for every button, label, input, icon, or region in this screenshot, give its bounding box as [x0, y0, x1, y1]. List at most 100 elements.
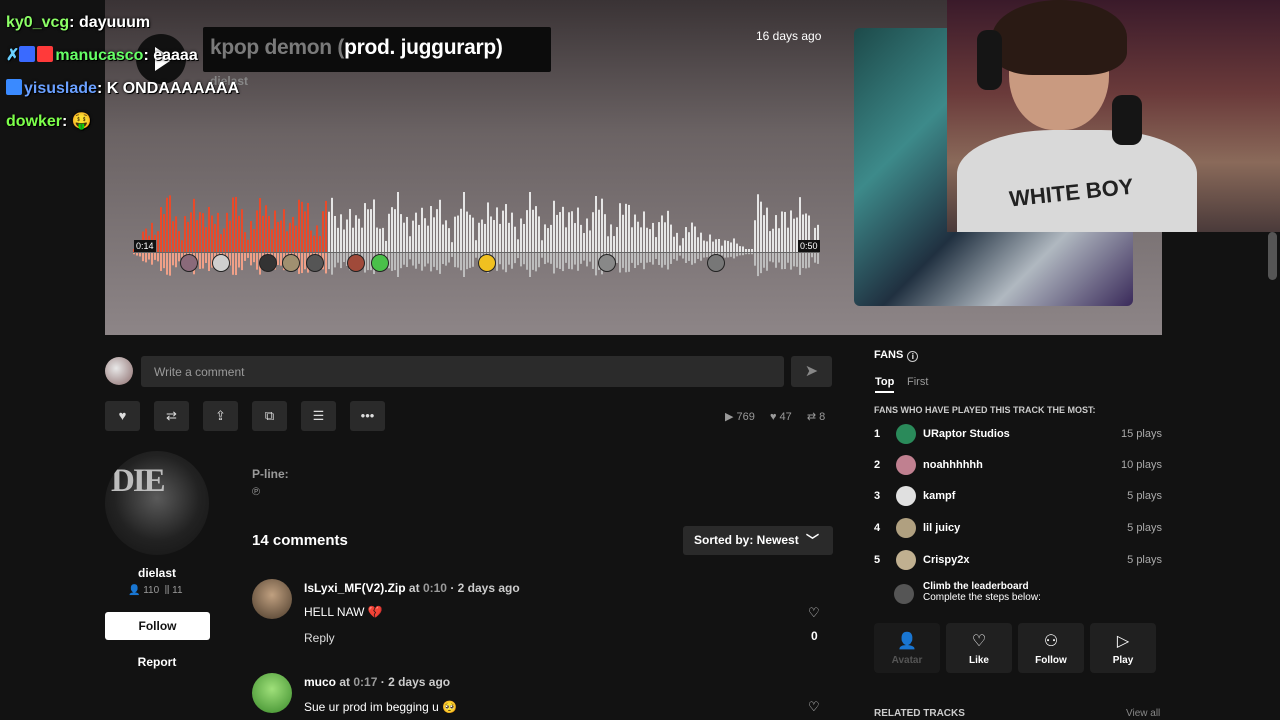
chat-user: yisuslade	[24, 80, 97, 97]
step-play-button[interactable]: ▷ Play	[1090, 623, 1156, 673]
fan-row[interactable]: 3 kampf 5 plays	[874, 486, 1162, 508]
waveform-comment-avatar[interactable]	[598, 254, 616, 272]
waveform-reflection	[682, 253, 684, 259]
waveform-comment-avatar[interactable]	[212, 254, 230, 272]
fan-row[interactable]: 4 lil juicy 5 plays	[874, 518, 1162, 540]
waveform-bar	[196, 220, 198, 252]
waveform-reflection	[784, 253, 786, 270]
waveform-reflection	[751, 253, 753, 255]
fan-row[interactable]: 2 noahhhhhh 10 plays	[874, 455, 1162, 477]
fan-avatar	[896, 455, 916, 475]
waveform-bar	[640, 227, 642, 252]
waveform-bar	[649, 229, 651, 252]
fan-name[interactable]: lil juicy	[923, 522, 960, 534]
fan-row[interactable]: 1 URaptor Studios 15 plays	[874, 424, 1162, 446]
waveform-bar	[655, 237, 657, 252]
tab-first[interactable]: First	[907, 376, 928, 388]
waveform-bar	[403, 222, 405, 252]
waveform-reflection	[256, 253, 258, 270]
waveform-reflection	[367, 253, 369, 271]
comment-at: at	[408, 581, 420, 595]
comment-like-button[interactable]: ♡	[808, 605, 820, 621]
waveform-bar	[259, 197, 261, 252]
waveform-comment-avatar[interactable]	[478, 254, 496, 272]
comment-timestamp[interactable]: 0:17	[353, 675, 377, 689]
waveform-bar	[442, 224, 444, 252]
reply-button[interactable]: Reply	[304, 631, 335, 645]
artist-avatar[interactable]: DIE	[105, 451, 209, 555]
waveform-bar	[787, 227, 789, 252]
waveform-bar	[331, 197, 333, 252]
step-like-button[interactable]: ♡ Like	[946, 623, 1012, 673]
sort-dropdown[interactable]: Sorted by: Newest ﹀	[683, 526, 833, 555]
repost-button[interactable]: ⇄	[154, 401, 189, 431]
waveform-bar	[778, 228, 780, 252]
comment-avatar[interactable]	[252, 673, 292, 713]
waveform-reflection	[448, 253, 450, 263]
comment-user[interactable]: muco	[304, 675, 336, 689]
waveform-comment-avatar[interactable]	[347, 254, 365, 272]
artist-name[interactable]: dielast	[105, 566, 209, 580]
comment-input[interactable]	[141, 356, 784, 387]
tracks-icon: ⫼	[164, 585, 170, 596]
waveform-comment-avatar[interactable]	[371, 254, 389, 272]
fan-name[interactable]: Crispy2x	[923, 554, 969, 566]
step-follow-button[interactable]: ⚇ Follow	[1018, 623, 1084, 673]
waveform-bar	[232, 197, 234, 252]
waveform-bar	[520, 218, 522, 252]
fan-row[interactable]: 5 Crispy2x 5 plays	[874, 550, 1162, 572]
waveform-bar	[544, 224, 546, 252]
add-to-playlist-button[interactable]: ☰	[301, 401, 336, 431]
chevron-down-icon: ﹀	[805, 533, 819, 548]
waveform-comment-avatar[interactable]	[259, 254, 277, 272]
waveform-reflection	[148, 253, 150, 260]
waveform-comment-avatar[interactable]	[180, 254, 198, 272]
waveform-reflection	[805, 253, 807, 269]
waveform-reflection	[391, 253, 393, 271]
share-button[interactable]: ⇪	[203, 401, 238, 431]
comment-timestamp[interactable]: 0:10	[423, 581, 447, 595]
fan-rank: 1	[874, 428, 881, 440]
waveform-bar	[355, 215, 357, 252]
page-scrollbar[interactable]	[1268, 232, 1277, 280]
waveform-comment-avatar[interactable]	[707, 254, 725, 272]
waveform-reflection	[532, 253, 534, 270]
fan-name[interactable]: kampf	[923, 490, 955, 502]
waveform-bar	[688, 232, 690, 252]
waveform-reflection	[556, 253, 558, 268]
comment-like-button[interactable]: ♡	[808, 699, 820, 715]
waveform-bar	[574, 223, 576, 252]
more-button[interactable]: •••	[350, 401, 385, 431]
waveform-bar	[190, 212, 192, 252]
comment-header: muco at 0:17 · 2 days ago	[304, 675, 450, 689]
tab-top[interactable]: Top	[875, 376, 895, 393]
waveform-bar	[529, 192, 531, 252]
comment-age: · 2 days ago	[450, 581, 520, 595]
fan-name[interactable]: noahhhhhh	[923, 459, 983, 471]
report-link[interactable]: Report	[105, 655, 209, 669]
waveform-reflection	[736, 253, 738, 257]
waveform-reflection	[817, 253, 819, 264]
send-comment-button[interactable]: ➤	[791, 356, 832, 387]
follow-button[interactable]: Follow	[105, 612, 210, 640]
waveform-bar	[478, 222, 480, 252]
waveform-reflection	[733, 253, 735, 259]
fan-plays: 5 plays	[1127, 522, 1162, 534]
copy-link-button[interactable]: ⧉	[252, 401, 287, 431]
repost-count-icon: ⇄	[806, 411, 817, 423]
waveform-bar	[628, 204, 630, 252]
like-button[interactable]: ♥	[105, 401, 140, 431]
waveform-comment-avatar[interactable]	[282, 254, 300, 272]
waveform-bar	[610, 224, 612, 252]
tracks-count: 11	[172, 585, 183, 596]
comment-user[interactable]: IsLyxi_MF(V2).Zip	[304, 581, 406, 595]
fan-avatar	[896, 424, 916, 444]
comment-avatar[interactable]	[252, 579, 292, 619]
waveform-reflection	[778, 253, 780, 263]
waveform-bar	[565, 227, 567, 252]
waveform-comment-avatar[interactable]	[306, 254, 324, 272]
info-icon[interactable]: i	[907, 351, 919, 362]
view-all-link[interactable]: View all	[1126, 708, 1160, 719]
waveform-bar	[337, 227, 339, 252]
fan-name[interactable]: URaptor Studios	[923, 428, 1010, 440]
